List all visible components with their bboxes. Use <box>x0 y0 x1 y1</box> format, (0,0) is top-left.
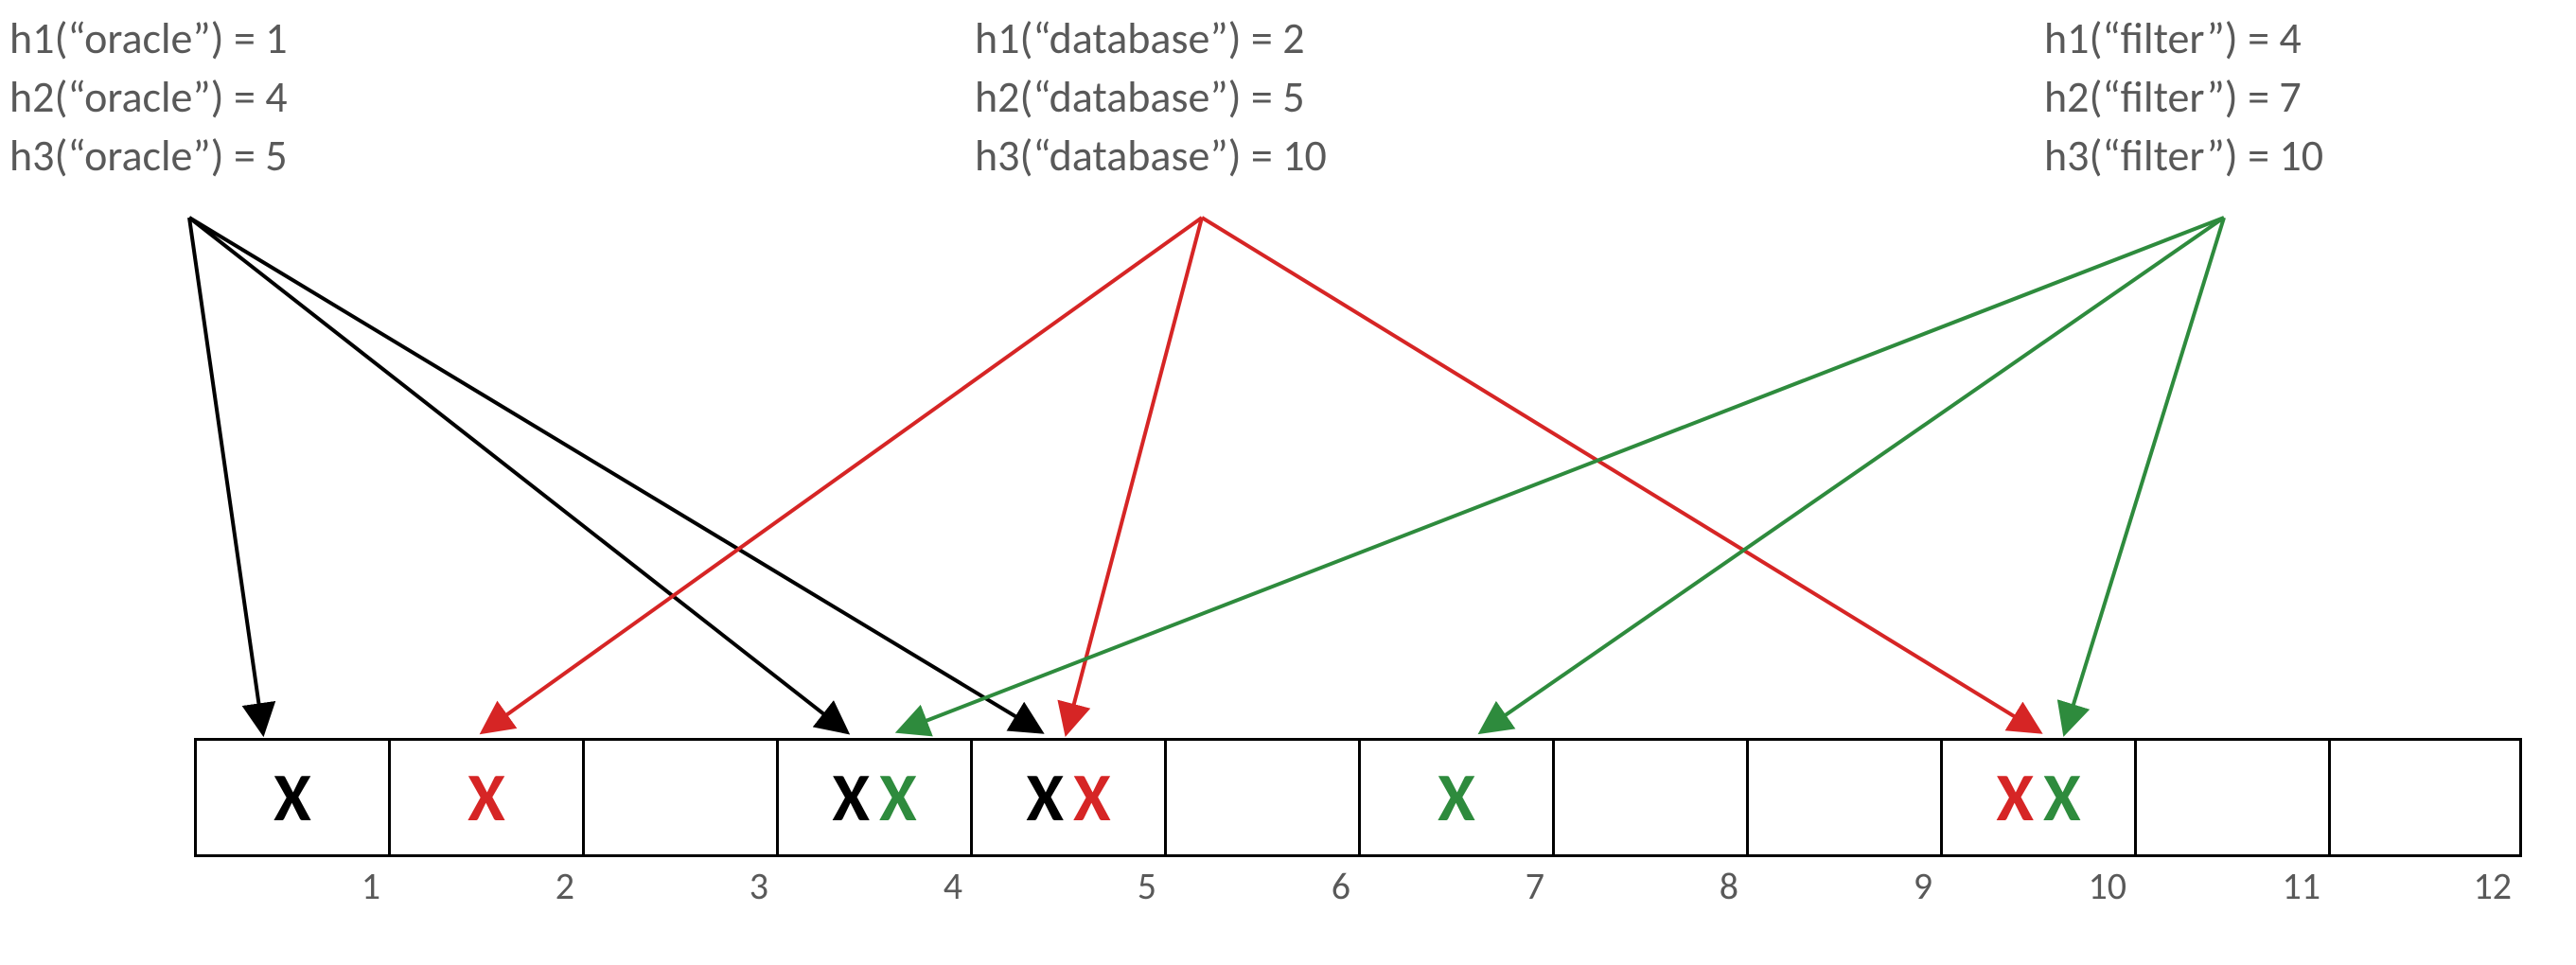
bit-cell-3: 3 <box>582 738 776 857</box>
bit-cell-6: 6 <box>1164 738 1358 857</box>
hash-line: h2(“oracle”) = 4 <box>9 68 288 127</box>
cell-index: 5 <box>1138 863 1156 909</box>
hash-line: h3(“oracle”) = 5 <box>9 127 288 185</box>
cell-index: 11 <box>2282 863 2320 909</box>
bit-array: X1X23XX4XX56X789XX101112 <box>194 738 2522 857</box>
hash-col-oracle: h1(“oracle”) = 1 h2(“oracle”) = 4 h3(“or… <box>9 9 288 185</box>
cell-index: 7 <box>1526 863 1544 909</box>
bit-cell-12: 12 <box>2328 738 2522 857</box>
bit-cell-11: 11 <box>2134 738 2328 857</box>
cell-index: 9 <box>1914 863 1932 909</box>
bit-cell-5: XX5 <box>970 738 1164 857</box>
hash-line: h2(“database”) = 5 <box>975 68 1327 127</box>
hash-col-database: h1(“database”) = 2 h2(“database”) = 5 h3… <box>975 9 1327 185</box>
bit-cell-1: X1 <box>194 738 388 857</box>
arrow-database-to-2 <box>485 218 1203 730</box>
cell-index: 4 <box>944 863 962 909</box>
mark-filter: X <box>879 763 917 832</box>
cell-index: 12 <box>2473 863 2512 909</box>
arrow-oracle-to-5 <box>189 218 1039 730</box>
mark-filter: X <box>2043 763 2081 832</box>
cell-index: 8 <box>1720 863 1738 909</box>
arrow-filter-to-10 <box>2066 218 2225 730</box>
arrow-oracle-to-1 <box>189 218 263 730</box>
mark-oracle: X <box>832 763 870 832</box>
arrow-database-to-5 <box>1067 218 1203 730</box>
mark-database: X <box>468 763 505 832</box>
hash-line: h1(“oracle”) = 1 <box>9 9 288 68</box>
mark-database: X <box>1073 763 1111 832</box>
arrow-filter-to-4 <box>902 218 2225 730</box>
hash-col-filter: h1(“filter”) = 4 h2(“filter”) = 7 h3(“fi… <box>2044 9 2323 185</box>
mark-database: X <box>1996 763 2034 832</box>
hash-line: h2(“filter”) = 7 <box>2044 68 2323 127</box>
bit-cell-8: 8 <box>1552 738 1746 857</box>
hash-line: h3(“filter”) = 10 <box>2044 127 2323 185</box>
arrow-filter-to-7 <box>1484 218 2225 730</box>
hash-line: h3(“database”) = 10 <box>975 127 1327 185</box>
cell-index: 1 <box>362 863 380 909</box>
hash-line: h1(“filter”) = 4 <box>2044 9 2323 68</box>
mark-oracle: X <box>273 763 311 832</box>
arrow-database-to-10 <box>1202 218 2038 730</box>
bloom-filter-diagram: h1(“oracle”) = 1 h2(“oracle”) = 4 h3(“or… <box>0 0 2576 965</box>
bit-cell-2: X2 <box>388 738 582 857</box>
cell-index: 2 <box>556 863 574 909</box>
hash-line: h1(“database”) = 2 <box>975 9 1327 68</box>
arrow-oracle-to-4 <box>189 218 845 730</box>
mark-filter: X <box>1438 763 1475 832</box>
bit-cell-4: XX4 <box>776 738 970 857</box>
cell-index: 6 <box>1332 863 1350 909</box>
cell-index: 3 <box>750 863 768 909</box>
bit-cell-7: X7 <box>1358 738 1552 857</box>
bit-cell-10: XX10 <box>1940 738 2134 857</box>
bit-cell-9: 9 <box>1746 738 1940 857</box>
cell-index: 10 <box>2088 863 2126 909</box>
mark-oracle: X <box>1026 763 1064 832</box>
